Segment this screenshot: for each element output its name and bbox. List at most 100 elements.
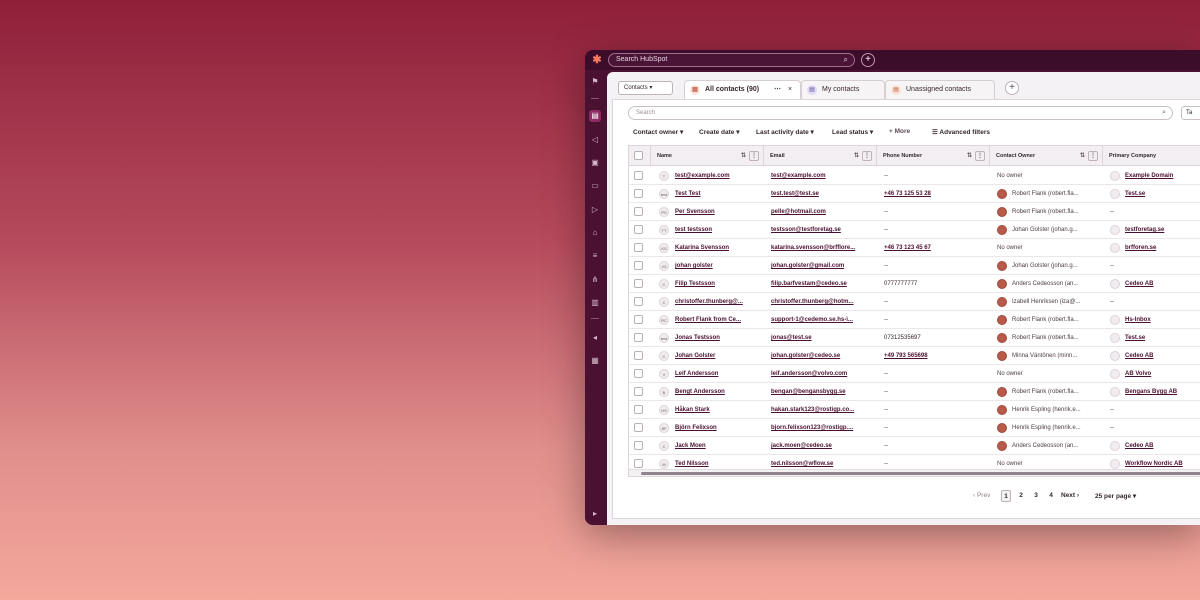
contact-email-link[interactable]: christoffer.thunberg@hotm... <box>771 293 873 311</box>
table-row[interactable]: C christoffer.thunberg@... christoffer.t… <box>629 293 1200 311</box>
row-checkbox[interactable] <box>634 441 643 450</box>
page-2-button[interactable]: 2 <box>1016 490 1026 502</box>
table-row[interactable]: RC Robert Flank from Ce... support-1@ced… <box>629 311 1200 329</box>
contact-email-link[interactable]: pelle@hotmail.com <box>771 203 873 221</box>
scrollbar-thumb[interactable] <box>641 472 1200 475</box>
hubspot-logo-icon[interactable]: ✱ <box>590 53 604 67</box>
contact-email-link[interactable]: bjorn.felixson123@rostigp.... <box>771 419 873 437</box>
table-actions-button[interactable]: Ta <box>1181 106 1200 120</box>
primary-company-link[interactable]: Test.se <box>1125 329 1200 347</box>
contact-name-link[interactable]: Robert Flank from Ce... <box>675 311 761 329</box>
horizontal-scrollbar[interactable] <box>629 469 1200 476</box>
per-page-select[interactable]: 25 per page ▾ <box>1095 492 1136 500</box>
workflow-icon[interactable]: ⋔ <box>589 274 601 286</box>
row-checkbox[interactable] <box>634 279 643 288</box>
contact-email-link[interactable]: bengan@bengansbygg.se <box>771 383 873 401</box>
contact-email-link[interactable]: testsson@testforetag.se <box>771 221 873 239</box>
table-row[interactable]: C Johan Golster johan.golster@cedeo.se +… <box>629 347 1200 365</box>
arrow-icon[interactable]: ◂ <box>589 332 601 344</box>
contact-name-link[interactable]: Katarina Svensson <box>675 239 761 257</box>
contact-phone[interactable]: +46 73 123 45 67 <box>884 239 984 257</box>
column-header-owner[interactable]: Contact Owner ⇅ ⋮ <box>990 146 1103 166</box>
row-checkbox[interactable] <box>634 207 643 216</box>
contact-phone[interactable]: +49 793 565698 <box>884 347 984 365</box>
row-checkbox[interactable] <box>634 225 643 234</box>
megaphone-icon[interactable]: ◁ <box>589 134 601 146</box>
table-row[interactable]: JG johan golster johan.golster@gmail.com… <box>629 257 1200 275</box>
row-checkbox[interactable] <box>634 315 643 324</box>
prev-page-button[interactable]: ‹ Prev <box>973 492 990 499</box>
contact-email-link[interactable]: test.test@test.se <box>771 185 873 203</box>
primary-company-link[interactable]: Cedeo AB <box>1125 437 1200 455</box>
contact-name-link[interactable]: test testsson <box>675 221 761 239</box>
tab-close-icon[interactable]: × <box>788 81 792 99</box>
advanced-filters-button[interactable]: ☰ Advanced filters <box>932 128 990 136</box>
row-checkbox[interactable] <box>634 189 643 198</box>
column-header-email[interactable]: Email ⇅ ⋮ <box>764 146 877 166</box>
filter-lead-status[interactable]: Lead status ▾ <box>832 128 873 136</box>
contact-name-link[interactable]: Håkan Stark <box>675 401 761 419</box>
row-checkbox[interactable] <box>634 369 643 378</box>
next-page-button[interactable]: Next › <box>1061 492 1079 499</box>
contact-email-link[interactable]: jack.moen@cedeo.se <box>771 437 873 455</box>
contact-name-link[interactable]: Jonas Testsson <box>675 329 761 347</box>
contact-name-link[interactable]: Test Test <box>675 185 761 203</box>
row-checkbox[interactable] <box>634 459 643 468</box>
tab-options-icon[interactable]: ⋯ <box>774 81 781 99</box>
column-header-phone[interactable]: Phone Number ⇅ ⋮ <box>877 146 990 166</box>
contact-email-link[interactable]: johan.golster@gmail.com <box>771 257 873 275</box>
row-checkbox[interactable] <box>634 171 643 180</box>
row-checkbox[interactable] <box>634 351 643 360</box>
row-checkbox[interactable] <box>634 405 643 414</box>
primary-company-link[interactable]: Bengans Bygg AB <box>1125 383 1200 401</box>
add-view-button[interactable]: + <box>1005 81 1019 95</box>
primary-company-link[interactable]: Example Domain <box>1125 167 1200 185</box>
contact-name-link[interactable]: Bengt Andersson <box>675 383 761 401</box>
table-row[interactable]: KS Katarina Svensson katarina.svensson@b… <box>629 239 1200 257</box>
column-menu-icon[interactable]: ⋮ <box>862 151 872 161</box>
contact-name-link[interactable]: Björn Felixson <box>675 419 761 437</box>
contact-name-link[interactable]: johan golster <box>675 257 761 275</box>
expand-icon[interactable]: ▸ <box>589 508 601 520</box>
table-row[interactable]: V Leif Andersson leif.andersson@volvo.co… <box>629 365 1200 383</box>
settings-icon[interactable]: ▦ <box>589 355 601 367</box>
table-row[interactable]: C Jack Moen jack.moen@cedeo.se -- Anders… <box>629 437 1200 455</box>
contact-phone[interactable]: +46 73 125 53 28 <box>884 185 984 203</box>
row-checkbox[interactable] <box>634 423 643 432</box>
table-row[interactable]: TT test testsson testsson@testforetag.se… <box>629 221 1200 239</box>
contact-email-link[interactable]: test@example.com <box>771 167 873 185</box>
more-filters-button[interactable]: + More <box>889 128 910 135</box>
page-1-button[interactable]: 1 <box>1001 490 1011 502</box>
primary-company-link[interactable]: Cedeo AB <box>1125 347 1200 365</box>
primary-company-link[interactable]: Cedeo AB <box>1125 275 1200 293</box>
table-row[interactable]: PS Per Svensson pelle@hotmail.com -- Rob… <box>629 203 1200 221</box>
table-row[interactable]: T test@example.com test@example.com -- N… <box>629 167 1200 185</box>
sort-icon[interactable]: ⇅ <box>967 146 972 166</box>
filter-create-date[interactable]: Create date ▾ <box>699 128 739 136</box>
contact-name-link[interactable]: test@example.com <box>675 167 761 185</box>
tab-all-contacts[interactable]: ▤ All contacts (90) ⋯ × <box>684 80 801 100</box>
contact-name-link[interactable]: christoffer.thunberg@... <box>675 293 761 311</box>
contact-name-link[interactable]: Johan Golster <box>675 347 761 365</box>
tab-my-contacts[interactable]: ▤ My contacts <box>801 80 885 99</box>
row-checkbox[interactable] <box>634 261 643 270</box>
select-all-checkbox[interactable] <box>634 151 643 160</box>
primary-company-link[interactable]: brfforen.se <box>1125 239 1200 257</box>
bank-icon[interactable]: ⌂ <box>589 227 601 239</box>
contact-email-link[interactable]: leif.andersson@volvo.com <box>771 365 873 383</box>
sort-icon[interactable]: ⇅ <box>1080 146 1085 166</box>
inbox-icon[interactable]: ▣ <box>589 157 601 169</box>
filter-last-activity-date[interactable]: Last activity date ▾ <box>756 128 814 136</box>
bookmark-icon[interactable]: ⚑ <box>589 76 601 88</box>
contact-email-link[interactable]: support-1@cedemo.se.hs-i... <box>771 311 873 329</box>
cart-icon[interactable]: ▭ <box>589 180 601 192</box>
table-row[interactable]: test Test Test test.test@test.se +46 73 … <box>629 185 1200 203</box>
contact-email-link[interactable]: johan.golster@cedeo.se <box>771 347 873 365</box>
table-row[interactable]: B Bengt Andersson bengan@bengansbygg.se … <box>629 383 1200 401</box>
column-menu-icon[interactable]: ⋮ <box>975 151 985 161</box>
column-menu-icon[interactable]: ⋮ <box>749 151 759 161</box>
reports-icon[interactable]: ▥ <box>589 297 601 309</box>
sort-icon[interactable]: ⇅ <box>854 146 859 166</box>
primary-company-link[interactable]: testforetag.se <box>1125 221 1200 239</box>
table-row[interactable]: C Filip Testsson filip.barfvestam@cedeo.… <box>629 275 1200 293</box>
